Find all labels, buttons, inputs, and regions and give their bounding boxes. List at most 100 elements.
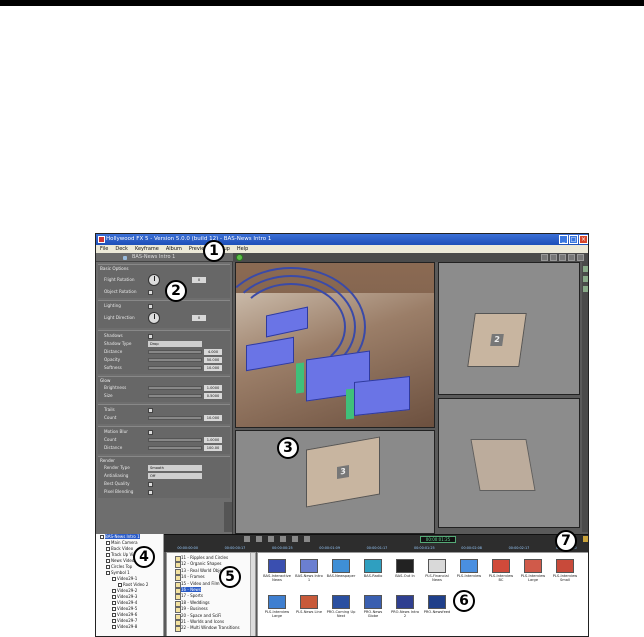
effect-thumbnail[interactable]: PRO-News Globe: [358, 593, 388, 623]
shadow-type-select[interactable]: Drop: [148, 341, 202, 347]
object-rotation-label: Object Rotation: [104, 289, 137, 294]
softness-value[interactable]: 10.000: [204, 365, 222, 371]
timecode-display[interactable]: 00:00:01:25: [420, 536, 456, 543]
light-direction-value[interactable]: 0: [192, 315, 206, 321]
pixel-blending-checkbox[interactable]: [148, 490, 153, 495]
play-icon[interactable]: [244, 536, 250, 542]
antialiasing-select[interactable]: Off: [148, 473, 202, 479]
motion-blur-checkbox[interactable]: [148, 430, 153, 435]
thumbnail-preview-icon: [300, 595, 318, 609]
tree-item-label: Video29-7: [117, 618, 138, 623]
pan-icon[interactable]: [577, 254, 584, 261]
effect-thumbnail[interactable]: BAS-Interactive News: [262, 557, 292, 587]
fast-forward-icon[interactable]: [304, 536, 310, 542]
layout-quad-icon[interactable]: [559, 254, 566, 261]
effect-thumbnail[interactable]: PLS-Interview Small: [550, 557, 580, 587]
effect-thumbnail[interactable]: PLS-Financial News: [422, 557, 452, 587]
flight-rotation-dial[interactable]: [148, 274, 160, 286]
thumbnail-preview-icon: [396, 559, 414, 573]
maximize-button[interactable]: □: [569, 235, 578, 244]
mb-count-value[interactable]: 1.0000: [204, 437, 222, 443]
video-icon: [118, 583, 122, 587]
step-forward-icon[interactable]: [280, 536, 286, 542]
side-viewport[interactable]: [438, 398, 580, 528]
flight-rotation-value[interactable]: 0: [192, 277, 206, 283]
menu-help[interactable]: Help: [237, 245, 248, 253]
category-item[interactable]: 22 - Multi Window Transitions: [167, 625, 255, 633]
thumbnail-preview-icon: [332, 559, 350, 573]
opacity-label: Opacity: [104, 357, 121, 362]
effect-thumbnail[interactable]: PRO-Newsfeed: [422, 593, 452, 623]
menu-album[interactable]: Album: [166, 245, 182, 253]
thumbnail-preview-icon: [556, 559, 574, 573]
video-icon: [112, 589, 116, 593]
effect-thumbnail[interactable]: BAS-Radio: [358, 557, 388, 587]
opacity-value[interactable]: 50.000: [204, 357, 222, 363]
effect-thumbnail[interactable]: PLS-Interview BC: [486, 557, 516, 587]
menu-deck[interactable]: Deck: [115, 245, 128, 253]
category-scrollbar[interactable]: [250, 553, 255, 636]
pause-icon[interactable]: [256, 536, 262, 542]
video-icon: [112, 601, 116, 605]
play-preview-icon[interactable]: [236, 254, 243, 261]
camera-viewport[interactable]: [235, 262, 435, 428]
transport-controls: [244, 536, 310, 542]
view-layout-buttons: [541, 254, 584, 261]
menu-keyframe[interactable]: Keyframe: [135, 245, 159, 253]
effect-thumbnail[interactable]: BAS-Out In: [390, 557, 420, 587]
trails-label: Trails: [104, 407, 115, 412]
distance-value[interactable]: 4.000: [204, 349, 222, 355]
properties-side-tab[interactable]: [224, 502, 232, 532]
effect-thumbnail[interactable]: BAS-Newspaper: [326, 557, 356, 587]
rewind-icon[interactable]: [292, 536, 298, 542]
light-direction-dial[interactable]: [148, 312, 160, 324]
count-slider[interactable]: [148, 416, 202, 420]
thumbnail-preview-icon: [428, 595, 446, 609]
lighting-label: Lighting: [104, 303, 121, 308]
softness-slider[interactable]: [148, 366, 202, 370]
move-tool-icon[interactable]: [583, 276, 588, 282]
minimize-button[interactable]: _: [559, 235, 568, 244]
mb-count-slider[interactable]: [148, 438, 202, 442]
object-rotation-checkbox[interactable]: [148, 290, 153, 295]
mb-distance-value[interactable]: 100.00: [204, 445, 222, 451]
menu-file[interactable]: File: [100, 245, 108, 253]
brightness-slider[interactable]: [148, 386, 202, 390]
tree-item[interactable]: Video29-8: [96, 624, 163, 630]
brightness-value[interactable]: 1.0000: [204, 385, 222, 391]
keyframe-toggle-icon[interactable]: [583, 536, 588, 542]
shadows-checkbox[interactable]: [148, 334, 153, 339]
effect-thumbnail[interactable]: PRO-Coming Up Next: [326, 593, 356, 623]
effect-thumbnail[interactable]: BAS-News Intro 1: [294, 557, 324, 587]
count-value[interactable]: 10.000: [204, 415, 222, 421]
close-button[interactable]: ×: [579, 235, 588, 244]
render-type-select[interactable]: Smooth: [148, 465, 202, 471]
size-slider[interactable]: [148, 394, 202, 398]
trails-checkbox[interactable]: [148, 408, 153, 413]
step-back-icon[interactable]: [268, 536, 274, 542]
thumbnail-preview-icon: [268, 559, 286, 573]
zoom-icon[interactable]: [568, 254, 575, 261]
timeline-ruler[interactable]: 00:00:00:00 00:00:00:17 00:00:00:25 00:0…: [164, 544, 588, 552]
brightness-label: Brightness: [104, 385, 127, 390]
mb-distance-slider[interactable]: [148, 446, 202, 450]
best-quality-checkbox[interactable]: [148, 482, 153, 487]
distance-slider[interactable]: [148, 350, 202, 354]
effect-thumbnail[interactable]: PRO-News Intro 2: [390, 593, 420, 623]
top-viewport[interactable]: 2: [438, 262, 580, 395]
video-icon: [112, 595, 116, 599]
size-value[interactable]: 0.5000: [204, 393, 222, 399]
layout-single-icon[interactable]: [541, 254, 548, 261]
category-label: 22 - Multi Window Transitions: [181, 625, 240, 631]
opacity-slider[interactable]: [148, 358, 202, 362]
effect-thumbnail[interactable]: PLS-Interview Large: [518, 557, 548, 587]
category-label: 18 - Weddings: [181, 599, 210, 605]
scale-tool-icon[interactable]: [583, 286, 588, 292]
layout-dual-icon[interactable]: [550, 254, 557, 261]
effect-thumbnail[interactable]: PLS-Interview Large: [262, 593, 292, 623]
perspective-viewport[interactable]: 3: [235, 430, 435, 534]
effect-thumbnail[interactable]: PLS-Interview: [454, 557, 484, 587]
rotate-tool-icon[interactable]: [583, 266, 588, 272]
lighting-checkbox[interactable]: [148, 304, 153, 309]
effect-thumbnail[interactable]: PLS-News Line: [294, 593, 324, 623]
